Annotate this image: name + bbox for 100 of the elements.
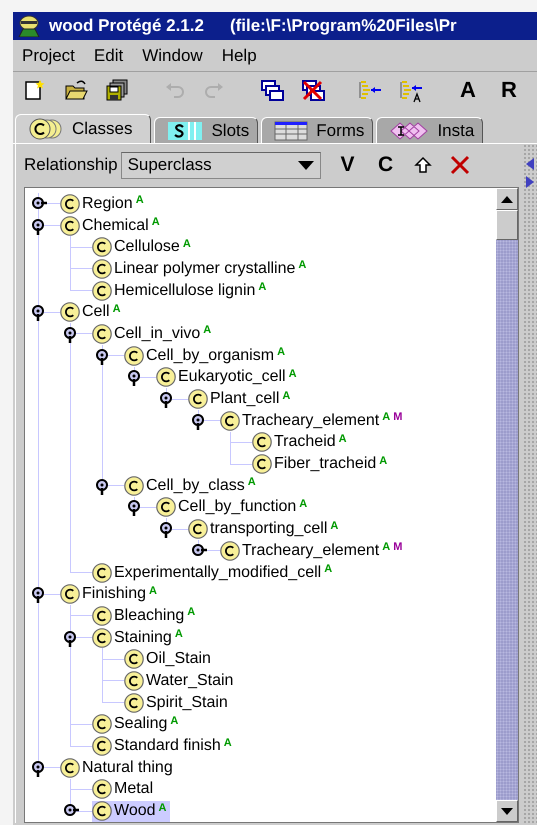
expanded-toggle-icon[interactable] [94,476,110,495]
badge-label: A [136,194,144,206]
class-icon [60,216,80,236]
tab[interactable]: Slots [154,117,258,143]
dropdown-value: Superclass [128,155,212,175]
class-icon [124,476,144,496]
badge-label: M [393,411,402,424]
class-icon [92,237,112,258]
expanded-toggle-icon[interactable] [190,412,206,430]
badge-label: A [248,476,256,488]
collapse-left-icon[interactable] [526,158,534,170]
tree-item[interactable]: Natural thing [60,757,177,778]
tab[interactable]: Classes [15,114,152,143]
open-folder-icon [64,78,88,102]
scroll-up-button[interactable] [496,188,518,210]
window-title: wood Protégé 2.1.2 [49,16,204,36]
tab[interactable]: Forms [261,117,374,143]
tree-item[interactable]: Oil_Stain [124,648,215,670]
badge-label: A [382,541,390,554]
create-class-icon [260,78,284,102]
badge-label: A [149,584,157,597]
expanded-toggle-icon[interactable] [126,368,142,386]
badge-label: A [324,563,332,576]
expanded-toggle-icon[interactable] [158,520,174,538]
class-icon [220,540,240,561]
class-icon [92,628,112,648]
tree-item[interactable]: Metal [92,778,158,800]
badge-label: A [277,346,286,358]
badge-label: A [299,498,308,510]
instances-icon [389,120,430,142]
tree-item[interactable]: Spirit_Stain [124,692,232,714]
relationship-label: Relationship [24,155,118,175]
badge-label: A [379,454,388,467]
expanded-toggle-icon[interactable] [158,390,174,408]
class-icon [252,454,272,474]
badge-label: A [158,802,166,814]
file-path: (file:\F:\Program%20Files\Pr [230,16,457,36]
badge-label: A [338,432,347,445]
move-up-icon[interactable] [412,155,433,175]
class-icon [124,692,144,713]
badge-label: A [382,411,390,424]
badge-label: A [330,520,338,532]
expanded-toggle-icon[interactable] [30,585,46,604]
expanded-toggle-icon[interactable] [62,324,78,343]
expanded-toggle-icon[interactable] [126,498,142,516]
expanded-toggle-icon[interactable] [30,216,46,235]
classes-icon [28,118,64,140]
class-icon [92,258,112,279]
badge-label: A [182,238,191,250]
menu-item[interactable]: Window [142,44,214,68]
delete-class-icon [300,78,326,102]
badge-label: A [203,324,212,336]
menu-item[interactable]: Edit [94,44,134,68]
badge-label: A [258,281,266,294]
scrollbar-thumb[interactable] [496,210,518,240]
tree-item[interactable]: Water_Stain [124,670,238,692]
badge-label: A [174,628,183,640]
expanded-toggle-icon[interactable] [62,628,78,647]
tab[interactable]: Insta [376,117,484,143]
save-icon [104,78,130,102]
slots-icon [167,120,204,142]
class-icon [92,280,112,301]
class-icon [156,367,176,388]
class-icon [92,779,112,800]
scrollbar[interactable] [496,188,518,822]
collapse-right-icon[interactable] [526,176,534,188]
class-icon [60,758,80,778]
badge-label: A [288,368,297,380]
class-icon [124,649,144,670]
class-icon [92,801,112,822]
class-icon [252,432,272,452]
badge-label: A [152,216,160,228]
expanded-toggle-icon[interactable] [94,346,110,365]
class-icon [92,736,112,756]
toolbar-button[interactable]: R [495,76,523,104]
expanded-toggle-icon[interactable] [30,303,46,322]
badge-label: A [187,606,196,618]
toolbar-button[interactable]: V [336,153,359,177]
class-icon [92,562,112,583]
badge-label: M [393,541,402,554]
class-icon [188,519,208,540]
relationship-dropdown[interactable]: Superclass [120,152,321,178]
delete-icon[interactable] [448,154,471,176]
menu-item[interactable]: Help [222,44,268,68]
scroll-down-button[interactable] [496,800,518,822]
badge-label: A [224,736,232,749]
class-icon [124,346,144,366]
menu-item[interactable]: Project [22,44,86,68]
badge-label: A [298,259,306,272]
expanded-toggle-icon[interactable] [30,758,46,777]
class-icon [60,584,80,604]
up-arrow-icon [501,196,513,202]
class-icon [220,410,240,431]
class-icon [92,714,112,734]
badge-label: A [112,302,121,315]
toolbar-button[interactable]: A [454,76,482,104]
toolbar-button[interactable]: C [374,153,397,177]
class-icon [124,670,144,691]
class-icon [92,324,112,344]
badge-label: A [170,714,178,727]
